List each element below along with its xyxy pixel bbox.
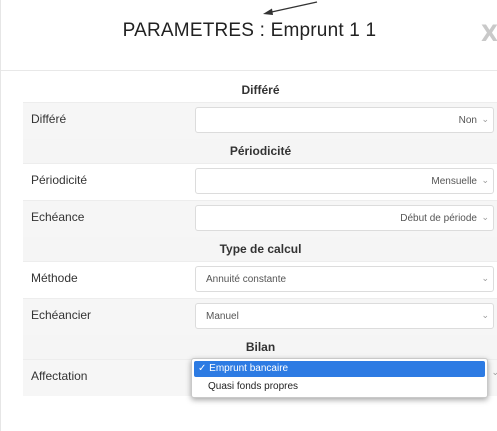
methode-value: Annuité constante — [206, 274, 287, 285]
dialog-header: PARAMETRES : Emprunt 1 1 X — [1, 0, 497, 71]
chevron-down-icon: ⌄ — [481, 114, 489, 124]
option-label: Quasi fonds propres — [208, 381, 299, 392]
differe-label: Différé — [31, 112, 67, 126]
periodicite-label: Périodicité — [31, 173, 88, 187]
echeancier-select[interactable]: Manuel ⌄ — [195, 303, 494, 329]
option-emprunt-bancaire[interactable]: ✓ Emprunt bancaire — [194, 361, 485, 377]
parameters-dialog: PARAMETRES : Emprunt 1 1 X Différé Diffé… — [0, 0, 497, 431]
arrow-pointer-icon — [263, 1, 318, 15]
dialog-title: PARAMETRES : Emprunt 1 1 — [122, 20, 377, 41]
chevron-down-icon: ⌄ — [491, 367, 497, 377]
row-periodicite: Périodicité Mensuelle ⌄ — [23, 163, 497, 200]
periodicite-value: Mensuelle — [431, 176, 477, 187]
differe-select[interactable]: Non ⌄ — [195, 107, 494, 133]
row-differe: Différé Non ⌄ — [23, 102, 497, 139]
close-icon[interactable]: X — [481, 22, 497, 47]
row-echeance: Echéance Début de période ⌄ — [23, 200, 497, 237]
row-echeancier: Echéancier Manuel ⌄ — [23, 298, 497, 335]
section-periodicite: Périodicité — [23, 139, 497, 163]
echeancier-value: Manuel — [206, 311, 239, 322]
parameters-table: Différé Différé Non ⌄ Périodicité Périod… — [23, 78, 497, 396]
option-label: Emprunt bancaire — [209, 363, 289, 374]
row-methode: Méthode Annuité constante ⌄ — [23, 261, 497, 298]
check-icon: ✓ — [198, 363, 207, 374]
differe-value: Non — [458, 115, 477, 126]
methode-label: Méthode — [31, 271, 78, 285]
methode-select[interactable]: Annuité constante ⌄ — [195, 266, 494, 292]
section-type-calcul: Type de calcul — [23, 237, 497, 261]
affectation-label: Affectation — [31, 369, 88, 383]
option-quasi-fonds-propres[interactable]: Quasi fonds propres — [194, 379, 485, 395]
affectation-dropdown[interactable]: ✓ Emprunt bancaire Quasi fonds propres ⌄ — [191, 358, 497, 398]
echeancier-label: Echéancier — [31, 308, 92, 322]
chevron-down-icon: ⌄ — [481, 273, 489, 283]
section-differe: Différé — [23, 78, 497, 102]
chevron-down-icon: ⌄ — [481, 212, 489, 222]
periodicite-select[interactable]: Mensuelle ⌄ — [195, 168, 494, 194]
section-bilan: Bilan — [23, 335, 497, 359]
echeance-label: Echéance — [31, 210, 85, 224]
chevron-down-icon: ⌄ — [481, 310, 489, 320]
chevron-down-icon: ⌄ — [481, 175, 489, 185]
echeance-value: Début de période — [400, 213, 477, 224]
echeance-select[interactable]: Début de période ⌄ — [195, 205, 494, 231]
